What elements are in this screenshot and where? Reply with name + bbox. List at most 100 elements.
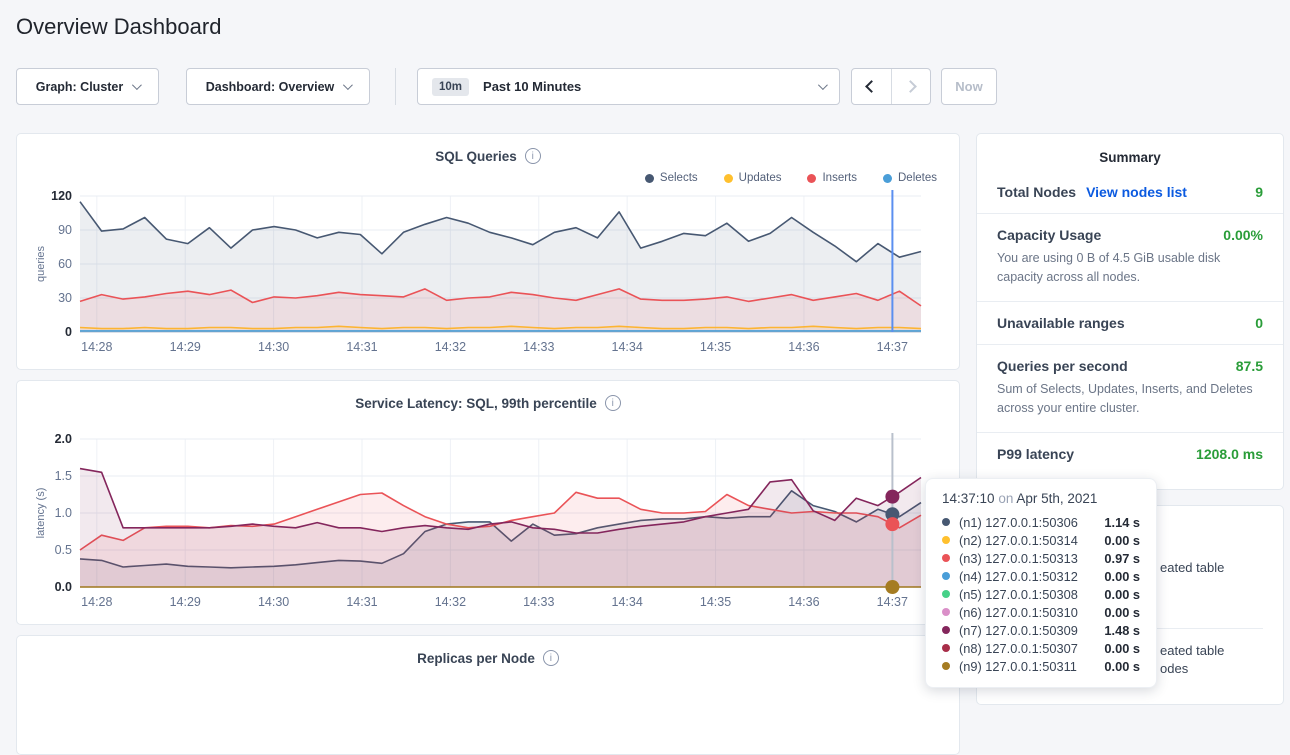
node-address: (n6) 127.0.0.1:50310: [959, 605, 1078, 620]
svg-text:latency (s): latency (s): [35, 488, 47, 539]
legend-dot-icon: [724, 174, 733, 183]
node-latency-value: 0.00 s: [1104, 659, 1140, 674]
svg-text:14:29: 14:29: [170, 595, 201, 609]
svg-text:1.5: 1.5: [55, 469, 72, 483]
node-address: (n2) 127.0.0.1:50314: [959, 533, 1078, 548]
svg-text:14:36: 14:36: [788, 340, 819, 354]
sql-queries-panel: SQL Queries i SelectsUpdatesInsertsDelet…: [16, 133, 960, 370]
chart-hover-tooltip: 14:37:10 on Apr 5th, 2021 (n1) 127.0.0.1…: [925, 478, 1157, 688]
node-latency-value: 1.14 s: [1104, 515, 1140, 530]
page-title: Overview Dashboard: [16, 14, 221, 40]
svg-text:14:34: 14:34: [612, 340, 643, 354]
event-item-fragment: odes: [1160, 661, 1188, 676]
summary-value: 9: [1255, 184, 1263, 200]
svg-text:14:35: 14:35: [700, 595, 731, 609]
replicas-per-node-panel: Replicas per Node i: [16, 635, 960, 755]
node-color-dot-icon: [942, 626, 950, 634]
summary-value: 87.5: [1236, 358, 1263, 374]
info-icon[interactable]: i: [605, 395, 621, 411]
legend-item-inserts[interactable]: Inserts: [807, 170, 857, 186]
dashboard-dropdown[interactable]: Dashboard: Overview: [186, 68, 370, 105]
summary-value: 0: [1255, 315, 1263, 331]
svg-text:14:28: 14:28: [81, 340, 112, 354]
now-button[interactable]: Now: [941, 68, 997, 105]
node-latency-value: 0.00 s: [1104, 533, 1140, 548]
range-label: Past 10 Minutes: [483, 79, 818, 94]
toolbar: Graph: Cluster Dashboard: Overview 10m P…: [0, 68, 1290, 105]
svg-text:14:30: 14:30: [258, 595, 289, 609]
next-range-button[interactable]: [891, 69, 930, 104]
dashboard-dropdown-label: Dashboard: Overview: [206, 80, 335, 94]
svg-text:14:31: 14:31: [346, 595, 377, 609]
tooltip-node-row: (n8) 127.0.0.1:503070.00 s: [942, 639, 1140, 657]
legend-item-selects[interactable]: Selects: [645, 170, 698, 186]
chevron-down-icon: [132, 80, 142, 90]
summary-row-total-nodes: Total Nodes View nodes list 9: [977, 171, 1283, 214]
svg-text:14:32: 14:32: [435, 340, 466, 354]
svg-text:0.0: 0.0: [55, 580, 72, 594]
summary-value: 0.00%: [1223, 227, 1263, 243]
svg-text:90: 90: [58, 223, 72, 237]
summary-label: Unavailable ranges: [997, 315, 1125, 331]
summary-label: Queries per second: [997, 358, 1128, 374]
svg-text:120: 120: [51, 189, 72, 203]
svg-text:14:31: 14:31: [346, 340, 377, 354]
tooltip-timestamp: 14:37:10 on Apr 5th, 2021: [942, 491, 1140, 506]
legend-item-deletes[interactable]: Deletes: [883, 170, 937, 186]
chevron-right-icon: [905, 80, 918, 93]
legend-dot-icon: [807, 174, 816, 183]
tooltip-node-row: (n3) 127.0.0.1:503130.97 s: [942, 549, 1140, 567]
svg-text:1.0: 1.0: [55, 506, 72, 520]
chart-title: Service Latency: SQL, 99th percentile: [355, 396, 597, 411]
node-address: (n5) 127.0.0.1:50308: [959, 587, 1078, 602]
legend-dot-icon: [645, 174, 654, 183]
info-icon[interactable]: i: [543, 650, 559, 666]
summary-label: Capacity Usage: [997, 227, 1101, 243]
service-latency-panel: Service Latency: SQL, 99th percentile i …: [16, 380, 960, 625]
svg-text:60: 60: [58, 257, 72, 271]
svg-text:14:37: 14:37: [877, 340, 908, 354]
summary-row-capacity-usage: Capacity Usage 0.00% You are using 0 B o…: [977, 214, 1283, 302]
node-address: (n1) 127.0.0.1:50306: [959, 515, 1078, 530]
summary-row-p99-latency: P99 latency 1208.0 ms: [977, 433, 1283, 475]
svg-text:0: 0: [65, 325, 72, 339]
summary-label: P99 latency: [997, 446, 1074, 462]
svg-text:0.5: 0.5: [55, 543, 72, 557]
chevron-down-icon: [818, 80, 828, 90]
tooltip-node-row: (n5) 127.0.0.1:503080.00 s: [942, 585, 1140, 603]
node-address: (n7) 127.0.0.1:50309: [959, 623, 1078, 638]
svg-text:14:33: 14:33: [523, 595, 554, 609]
info-icon[interactable]: i: [525, 148, 541, 164]
graph-dropdown[interactable]: Graph: Cluster: [16, 68, 159, 105]
node-address: (n3) 127.0.0.1:50313: [959, 551, 1078, 566]
tooltip-node-row: (n6) 127.0.0.1:50310 0.00 s: [942, 603, 1140, 621]
node-latency-value: 0.00 s: [1104, 569, 1140, 584]
node-latency-value: 1.48 s: [1104, 623, 1140, 638]
svg-text:14:34: 14:34: [612, 595, 643, 609]
tooltip-node-row: (n1) 127.0.0.1:50306 1.14 s: [942, 513, 1140, 531]
prev-range-button[interactable]: [852, 69, 891, 104]
legend-label: Updates: [739, 172, 782, 184]
service-latency-chart[interactable]: 14:2814:2914:3014:3114:3214:3314:3414:35…: [32, 427, 944, 617]
view-nodes-list-link[interactable]: View nodes list: [1086, 184, 1187, 200]
node-color-dot-icon: [942, 518, 950, 526]
summary-label: Total Nodes: [997, 184, 1076, 200]
node-latency-value: 0.00 s: [1104, 605, 1140, 620]
legend-label: Deletes: [898, 172, 937, 184]
toolbar-divider: [395, 68, 396, 105]
summary-value: 1208.0 ms: [1196, 446, 1263, 462]
node-address: (n8) 127.0.0.1:50307: [959, 641, 1078, 656]
summary-panel: Summary Total Nodes View nodes list 9 Ca…: [976, 133, 1284, 490]
node-color-dot-icon: [942, 608, 950, 616]
svg-text:30: 30: [58, 291, 72, 305]
sql-queries-chart[interactable]: 14:2814:2914:3014:3114:3214:3314:3414:35…: [32, 186, 944, 362]
node-color-dot-icon: [942, 572, 950, 580]
svg-text:14:37: 14:37: [877, 595, 908, 609]
legend-item-updates[interactable]: Updates: [724, 170, 782, 186]
svg-text:14:36: 14:36: [788, 595, 819, 609]
chevron-left-icon: [865, 80, 878, 93]
node-color-dot-icon: [942, 536, 950, 544]
time-range-picker[interactable]: 10m Past 10 Minutes: [417, 68, 840, 105]
tooltip-node-row: (n9) 127.0.0.1:503110.00 s: [942, 657, 1140, 675]
legend-label: Inserts: [822, 172, 857, 184]
